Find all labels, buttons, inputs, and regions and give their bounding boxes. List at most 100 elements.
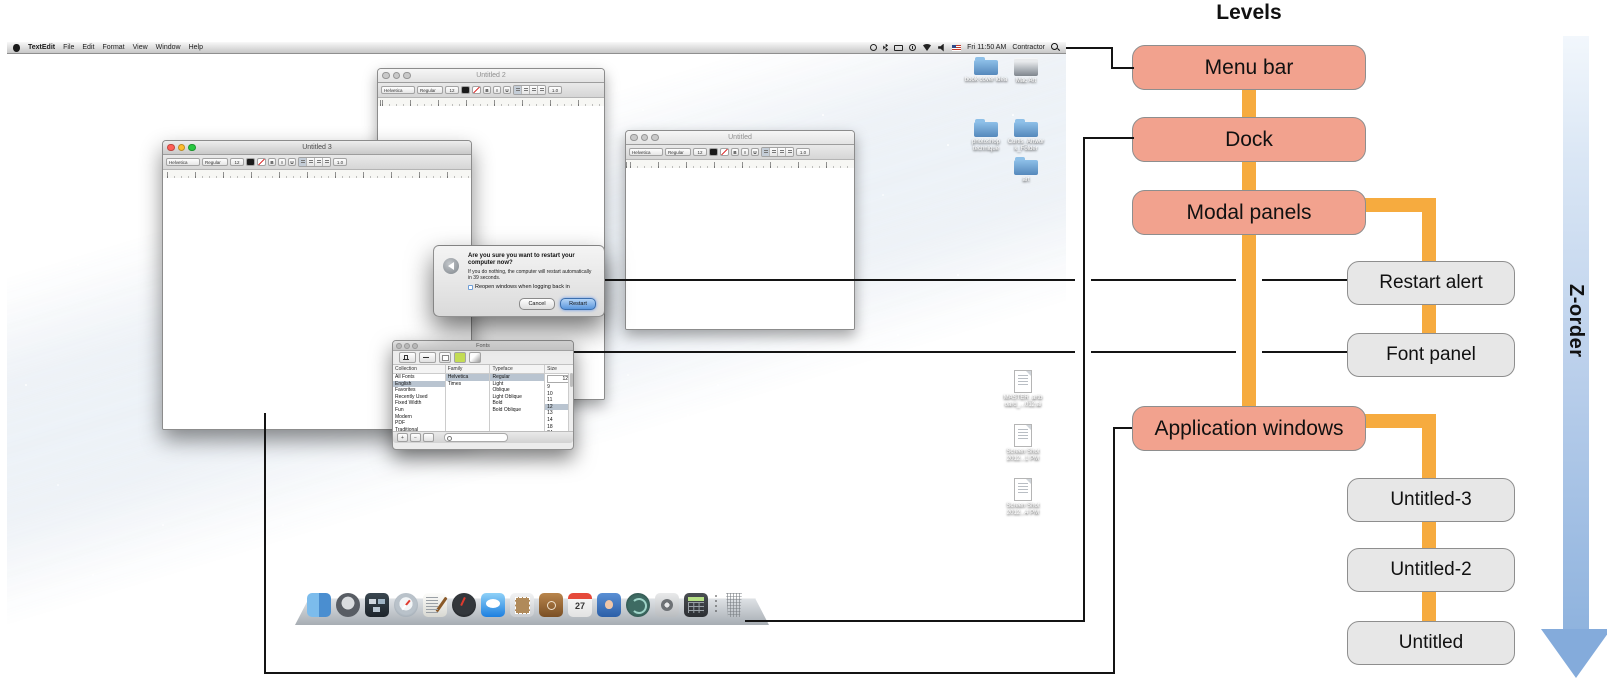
dock-icon-calendar[interactable]: 27 [568, 593, 592, 617]
alignment-buttons[interactable] [298, 157, 331, 167]
window-title-bar[interactable]: Untitled [626, 131, 854, 145]
typeface-dropdown[interactable]: Regular [202, 158, 228, 166]
line-spacing-dropdown[interactable]: 1.0 [796, 148, 810, 156]
menu-help[interactable]: Help [189, 44, 203, 51]
document-content[interactable] [626, 168, 854, 329]
collection-option[interactable]: All Fonts [393, 374, 445, 381]
action-gear-button[interactable] [423, 433, 434, 442]
alignment-buttons[interactable] [513, 85, 546, 95]
typeface-dropdown[interactable]: Regular [417, 86, 443, 94]
typeface-option-selected[interactable]: Regular [490, 374, 544, 381]
desktop-icon-master-artboard[interactable]: MASTER_artb oard_...012.ai [1001, 370, 1045, 408]
font-family-dropdown[interactable]: Helvetica [166, 158, 200, 166]
text-color-button[interactable] [439, 352, 451, 363]
restart-button[interactable]: Restart [560, 298, 596, 310]
menu-clock[interactable]: Fri 11:50 AM [967, 44, 1006, 51]
family-option-selected[interactable]: Helvetica [446, 374, 490, 381]
bold-button[interactable]: B [268, 158, 276, 166]
window-untitled[interactable]: Untitled Helvetica Regular 12 B I U 1.0 [625, 130, 855, 330]
menu-edit[interactable]: Edit [82, 44, 94, 51]
menu-file[interactable]: File [63, 44, 74, 51]
underline-button[interactable]: U [503, 86, 511, 94]
text-color-well[interactable] [709, 148, 718, 156]
font-size-dropdown[interactable]: 12 [693, 148, 707, 156]
bluetooth-icon[interactable] [883, 44, 888, 52]
document-color-button[interactable] [454, 352, 466, 363]
fonts-panel[interactable]: Fonts Collection All Fonts English Favor… [392, 340, 574, 450]
desktop-icon-photoshop-technique[interactable]: photoshop technique [964, 122, 1008, 152]
collection-option[interactable]: Fun [393, 407, 445, 414]
dock-icon-calculator[interactable] [684, 593, 708, 617]
reopen-windows-checkbox[interactable] [468, 285, 473, 290]
collection-option[interactable]: Traditional [393, 427, 445, 431]
collection-option[interactable]: Favorites [393, 387, 445, 394]
remove-collection-button[interactable]: − [410, 433, 421, 442]
text-shadow-button[interactable] [469, 352, 481, 363]
display-icon[interactable] [894, 45, 903, 51]
alignment-buttons[interactable] [761, 147, 794, 157]
fonts-panel-title-bar[interactable]: Fonts [393, 341, 573, 351]
text-color-well[interactable] [461, 86, 470, 94]
dock-icon-textedit[interactable] [423, 593, 447, 617]
family-option[interactable]: Times [446, 381, 490, 388]
universal-access-icon[interactable] [870, 44, 877, 51]
collection-option[interactable]: Recently Used [393, 394, 445, 401]
add-collection-button[interactable]: + [397, 433, 408, 442]
window-title-bar[interactable]: Untitled 2 [378, 69, 604, 83]
line-spacing-dropdown[interactable]: 1.0 [548, 86, 562, 94]
line-spacing-dropdown[interactable]: 1.0 [333, 158, 347, 166]
desktop-icon-screen-shot-2[interactable]: Screen Shot 2012...4 PM [1001, 478, 1045, 516]
background-color-well[interactable] [472, 86, 481, 94]
apple-menu-icon[interactable] [13, 44, 20, 52]
dock-icon-mail[interactable] [510, 593, 534, 617]
menu-window[interactable]: Window [156, 44, 181, 51]
spotlight-icon[interactable] [1051, 43, 1060, 52]
background-color-well[interactable] [720, 148, 729, 156]
typeface-option[interactable]: Oblique [490, 387, 544, 394]
input-source-flag-icon[interactable] [952, 45, 961, 51]
dock-icon-launchpad[interactable] [336, 593, 360, 617]
time-machine-icon[interactable] [909, 44, 916, 51]
desktop-icon-curtis-artwork-folder[interactable]: Curtis_Artwor k_Folder [1004, 122, 1048, 152]
underline-button[interactable]: U [288, 158, 296, 166]
font-size-dropdown[interactable]: 12 [445, 86, 459, 94]
dock-icon-safari[interactable] [394, 593, 418, 617]
font-family-dropdown[interactable]: Helvetica [629, 148, 663, 156]
collection-option[interactable]: Fixed Width [393, 400, 445, 407]
desktop-icon-art[interactable]: art [1004, 160, 1048, 184]
menu-format[interactable]: Format [102, 44, 124, 51]
collection-option[interactable]: Modern [393, 414, 445, 421]
window-title-bar[interactable]: Untitled 3 [163, 141, 471, 155]
dock-icon-messages[interactable] [481, 593, 505, 617]
dock-icon-dashboard[interactable] [452, 593, 476, 617]
italic-button[interactable]: I [741, 148, 749, 156]
typeface-option[interactable]: Bold [490, 400, 544, 407]
dock-icon-system-preferences[interactable] [655, 593, 679, 617]
typeface-option[interactable]: Bold Oblique [490, 407, 544, 414]
typeface-option[interactable]: Light Oblique [490, 394, 544, 401]
text-color-well[interactable] [246, 158, 255, 166]
cancel-button[interactable]: Cancel [519, 298, 555, 310]
dock-icon-mission-control[interactable] [365, 593, 389, 617]
collection-option-selected[interactable]: English [393, 381, 445, 388]
dock-icon-finder[interactable] [307, 593, 331, 617]
restart-alert-dialog[interactable]: Are you sure you want to restart your co… [433, 245, 605, 317]
dock-icon-contacts[interactable] [539, 593, 563, 617]
typeface-dropdown[interactable]: Regular [665, 148, 691, 156]
background-color-well[interactable] [257, 158, 266, 166]
font-search-input[interactable] [444, 433, 508, 442]
typeface-option[interactable]: Light [490, 381, 544, 388]
menu-user[interactable]: Contractor [1012, 44, 1045, 51]
desktop-icon-book-cover-idea[interactable]: book cover idea [964, 60, 1008, 84]
size-scrollbar[interactable] [568, 373, 573, 431]
wifi-icon[interactable] [922, 44, 932, 51]
underline-button[interactable]: U [751, 148, 759, 156]
bold-button[interactable]: B [483, 86, 491, 94]
italic-button[interactable]: I [278, 158, 286, 166]
volume-icon[interactable] [938, 44, 946, 52]
dock-icon-photo-booth[interactable] [597, 593, 621, 617]
strikethrough-style-button[interactable] [419, 352, 436, 363]
underline-style-button[interactable] [399, 352, 416, 363]
dock-icon-trash[interactable] [724, 593, 744, 617]
desktop-icon-mac-art[interactable]: Mac Art [1004, 58, 1048, 85]
